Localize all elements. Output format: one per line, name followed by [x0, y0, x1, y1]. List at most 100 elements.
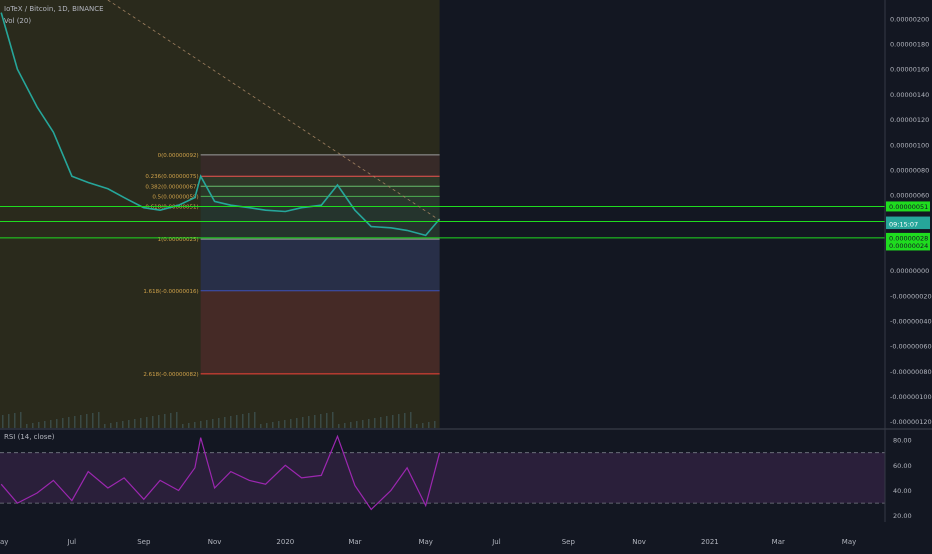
time-tick-label: Jul	[491, 538, 501, 546]
volume-bar	[392, 415, 394, 428]
time-tick-label: 2021	[701, 538, 719, 546]
price-tag-label: 09:15:07	[889, 221, 918, 229]
volume-bar	[350, 422, 352, 428]
rsi-band-fill	[0, 452, 885, 504]
volume-bar	[254, 412, 256, 428]
time-tick-label: Jul	[67, 538, 77, 546]
time-tick-label: Mar	[348, 538, 361, 546]
price-tick-label: -0.00000020	[890, 292, 932, 300]
volume-bar	[290, 419, 292, 428]
time-tick-label: Mar	[772, 538, 785, 546]
volume-bar	[194, 422, 196, 428]
volume-bar	[320, 414, 322, 428]
price-tag-label: 0.00000051	[889, 203, 928, 211]
volume-bar	[308, 416, 310, 428]
price-tick-label: 0.00000120	[890, 116, 929, 124]
rsi-tick-label: 20.00	[893, 512, 912, 520]
volume-bar	[110, 423, 112, 428]
price-tick-label: -0.00000080	[890, 368, 932, 376]
volume-bar	[434, 421, 436, 428]
volume-bar	[68, 417, 70, 428]
volume-bar	[428, 422, 430, 428]
fib-level-label: 0.382(0.00000067)	[145, 184, 198, 190]
volume-bar	[56, 419, 58, 428]
volume-bar	[266, 423, 268, 428]
volume-bar	[362, 420, 364, 428]
volume-bar	[344, 423, 346, 428]
volume-bar	[128, 420, 130, 428]
volume-bar	[356, 421, 358, 428]
volume-bar	[92, 413, 94, 428]
volume-bar	[374, 418, 376, 428]
price-tick-label: -0.00000120	[890, 418, 932, 426]
price-tick-label: -0.00000100	[890, 393, 932, 401]
fib-zone	[200, 206, 440, 240]
volume-bar	[248, 413, 250, 428]
volume-bar	[380, 417, 382, 428]
fib-zone	[200, 176, 440, 187]
volume-bar	[338, 424, 340, 428]
price-tag-label: 0.00000024	[889, 242, 928, 250]
price-tick-label: 0.00000060	[890, 192, 929, 200]
price-tick-label: 0.00000180	[890, 41, 929, 49]
time-tick-label: Sep	[562, 538, 576, 546]
fib-zone	[200, 154, 440, 177]
time-tick-label: Nov	[632, 538, 646, 546]
volume-bar	[38, 422, 40, 428]
time-tick-label: May	[0, 538, 8, 546]
chart-window: 0(0.00000092) 0.236(0.00000075) 0.382(0.00…	[0, 0, 932, 550]
fib-level-label: 0.236(0.00000075)	[145, 174, 198, 180]
volume-bar	[188, 423, 190, 428]
volume-bar	[368, 419, 370, 428]
volume-bar	[26, 424, 28, 428]
time-tick-label: Nov	[208, 538, 222, 546]
volume-bar	[146, 417, 148, 428]
volume-bar	[416, 424, 418, 428]
price-tick-label: -0.00000040	[890, 318, 932, 326]
volume-bar	[134, 419, 136, 428]
volume-bar	[104, 424, 106, 428]
volume-bar	[140, 418, 142, 428]
time-tick-label: May	[418, 538, 432, 546]
price-tick-label: 0.00000200	[890, 15, 929, 23]
volume-bar	[260, 424, 262, 428]
fib-zone	[200, 290, 440, 374]
volume-bar	[8, 414, 10, 428]
rsi-label[interactable]: RSI (14, close)	[4, 433, 54, 441]
volume-bar	[74, 416, 76, 428]
symbol-title[interactable]: IoTeX / Bitcoin, 1D, BINANCE	[4, 5, 104, 13]
volume-bar	[62, 418, 64, 428]
volume-bar	[278, 421, 280, 428]
volume-bar	[230, 416, 232, 428]
volume-bar	[32, 423, 34, 428]
rsi-tick-label: 80.00	[893, 437, 912, 445]
fib-level-label: 2.618(-0.00000082)	[143, 372, 198, 378]
fib-level-label: 1.618(-0.00000016)	[143, 289, 198, 295]
volume-bar	[98, 412, 100, 428]
volume-bar	[410, 412, 412, 428]
volume-bar	[200, 421, 202, 428]
volume-bar	[326, 413, 328, 428]
volume-bar	[242, 414, 244, 428]
volume-bar	[404, 413, 406, 428]
fib-zone	[200, 239, 440, 291]
volume-bar	[152, 416, 154, 428]
volume-bar	[206, 420, 208, 428]
volume-bar	[212, 419, 214, 428]
chart-canvas[interactable]: 0(0.00000092) 0.236(0.00000075) 0.382(0.00…	[0, 0, 932, 550]
volume-bar	[176, 412, 178, 428]
price-tick-label: -0.00000060	[890, 343, 932, 351]
time-tick-label: May	[842, 538, 856, 546]
fib-level-label: 0(0.00000092)	[158, 153, 199, 159]
volume-bar	[224, 417, 226, 428]
volume-bar	[50, 420, 52, 428]
volume-bar	[272, 422, 274, 428]
price-tick-label: 0.00000000	[890, 267, 929, 275]
volume-bar	[14, 413, 16, 428]
fib-zone	[200, 186, 440, 197]
volume-bar	[218, 418, 220, 428]
volume-bar	[302, 417, 304, 428]
volume-label[interactable]: Vol (20)	[4, 17, 31, 25]
volume-bar	[164, 414, 166, 428]
rsi-tick-label: 60.00	[893, 462, 912, 470]
